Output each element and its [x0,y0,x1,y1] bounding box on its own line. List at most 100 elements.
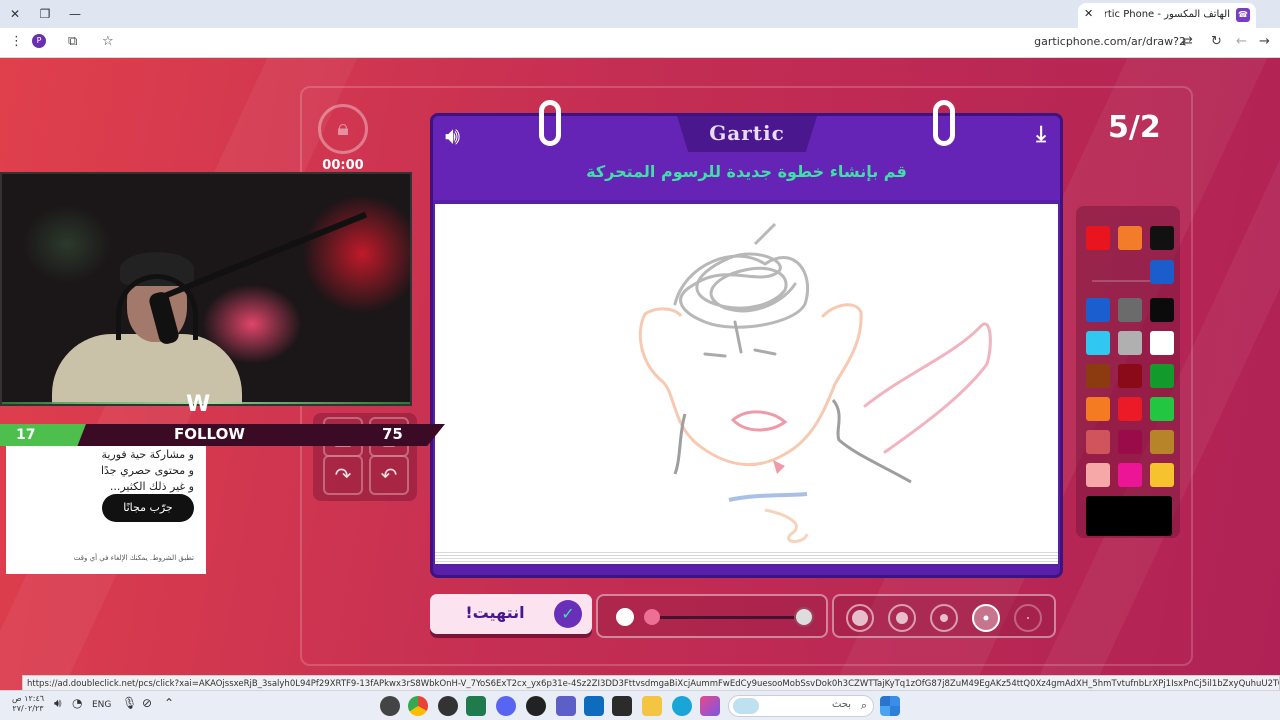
speaker-icon[interactable]: 🔊︎ [445,122,460,150]
download-icon[interactable]: ⤓ [1036,122,1046,147]
taskbar-search-input[interactable]: بحث ⌕ [728,695,874,717]
brush-size-xl[interactable] [846,604,874,632]
streamer-body [52,334,242,404]
maximize-window-icon[interactable]: ❐ [34,4,56,24]
follow-label: FOLLOW [174,425,245,443]
color-swatch[interactable] [1118,397,1142,421]
clock-time: ١٢:٤٦ ص [11,694,45,703]
search-highlight-icon [733,698,759,714]
current-color-preview [1086,496,1172,536]
bookmark-star-icon[interactable]: ☆ [102,34,114,49]
tray-expand-icon[interactable]: ⌃ [164,696,174,710]
color-swatch[interactable] [1086,298,1110,322]
undo-icon[interactable]: ↶ [369,455,409,495]
color-swatch[interactable] [1118,331,1142,355]
cam-shelf-light [22,204,112,284]
gartic-logo: Gartic [709,121,785,145]
store-app-icon[interactable] [612,696,632,716]
recent-color-swatch[interactable] [1086,226,1110,250]
gartic-favicon-icon: ☎ [1236,8,1250,22]
drawing-card: Gartic 🔊︎ ⤓ قم بإنشاء خطوة جديدة للرسوم … [430,100,1063,578]
browser-tab[interactable]: ☎ الهاتف المكسور - Gartic Phone ✕ [1078,3,1256,28]
discord-app-icon[interactable] [496,696,516,716]
cam-red-light [302,194,410,314]
brush-size-m[interactable] [930,604,958,632]
clock-date: ٢٧/٠٢/٢٣ [12,704,44,713]
language-indicator[interactable]: ENG [92,700,111,710]
search-icon: ⌕ [860,699,867,712]
done-label: انتهيت! [465,603,525,622]
color-swatch[interactable] [1086,397,1110,421]
redo-icon[interactable]: ↷ [323,455,363,495]
color-swatch[interactable] [1086,463,1110,487]
timer: 00:00 [322,158,364,173]
ad-banner[interactable]: و مشاركة حية فورية و محتوى حصري جدًا و غ… [6,446,206,574]
game-page: 🔒︎ 00:00 ◩ ▢ ↷ ↶ 5/2 Gartic 🔊︎ ⤓ قم بإنش… [0,58,1280,690]
obs-app-icon[interactable] [380,696,400,716]
brush-size-s[interactable] [972,604,1000,632]
teams-app-icon[interactable] [556,696,576,716]
recent-color-swatch[interactable] [1118,226,1142,250]
copilot-app-icon[interactable] [700,696,720,716]
app-icon[interactable] [438,696,458,716]
opacity-slider-track[interactable] [650,616,800,619]
done-button[interactable]: ✓ انتهيت! [430,594,592,634]
brush-dot-icon [983,615,989,621]
color-swatch[interactable] [1086,364,1110,388]
drawing-canvas[interactable] [435,204,1058,550]
volume-icon[interactable]: 🔊︎ [54,696,62,711]
color-swatch[interactable] [1150,463,1174,487]
outlook-app-icon[interactable] [584,696,604,716]
color-swatch[interactable] [1150,397,1174,421]
recent-color-swatch[interactable] [1150,260,1174,284]
tab-close-icon[interactable]: ✕ [1084,7,1093,20]
chatgpt-app-icon[interactable] [526,696,546,716]
minimize-window-icon[interactable]: — [64,4,86,24]
follow-number: 75 [382,425,403,443]
wifi-icon[interactable]: ◔ [72,696,82,710]
color-swatch[interactable] [1150,298,1174,322]
shirt-stroke [764,508,809,543]
menu-dots-icon[interactable]: ⋮ [10,34,23,49]
mic-icon[interactable]: 🎙︎ [122,696,137,710]
color-swatch[interactable] [1150,331,1174,355]
terminal-app-icon[interactable] [466,696,486,716]
recent-color-swatch[interactable] [1150,226,1174,250]
color-swatch[interactable] [1150,430,1174,454]
brush-size-l[interactable] [888,604,916,632]
color-swatch[interactable] [1150,364,1174,388]
file-explorer-icon[interactable] [642,696,662,716]
profile-avatar[interactable]: P [32,34,46,48]
close-window-icon[interactable]: ✕ [4,4,26,24]
instruction-text: قم بإنشاء خطوة جديدة للرسوم المتحركة [586,162,907,181]
search-placeholder: بحث [831,699,851,710]
copilot-icon[interactable]: ⊘ [142,696,152,710]
brush-dot-icon [1027,617,1029,619]
binder-ring [933,100,955,146]
brush-dot-icon [852,610,868,626]
brush-size-xs[interactable] [1014,604,1042,632]
color-swatch[interactable] [1118,364,1142,388]
browser-titlebar: ✕ ❐ — + ☎ الهاتف المكسور - Gartic Phone … [0,0,1280,28]
color-swatch[interactable] [1118,463,1142,487]
extensions-icon[interactable]: ⧉ [68,34,77,49]
forward-icon[interactable]: ← [1236,34,1247,49]
clock[interactable]: ١٢:٤٦ ص ٢٧/٠٢/٢٣ [10,694,46,714]
chrome-app-icon[interactable] [408,696,428,716]
url-field[interactable]: garticphone.com/ar/draw?2 [1034,35,1186,48]
ad-line: و غير ذلك الكثير... [109,480,194,493]
site-settings-icon[interactable]: ⇄ [1182,34,1193,49]
color-swatch[interactable] [1086,430,1110,454]
windows-start-icon[interactable] [880,696,900,716]
address-bar: ⋮ P ⧉ ☆ garticphone.com/ar/draw?2 ⇄ ↻ ← … [0,28,1280,58]
color-swatch[interactable] [1086,331,1110,355]
ad-try-free-button[interactable]: جرّب مجانًا [102,494,194,522]
arm-stroke [863,322,992,454]
streamer-logo-icon: W [186,392,211,417]
opacity-slider-handle[interactable] [644,609,660,625]
color-swatch[interactable] [1118,430,1142,454]
reload-icon[interactable]: ↻ [1211,34,1222,49]
back-icon[interactable]: → [1259,34,1270,49]
edge-app-icon[interactable] [672,696,692,716]
color-swatch[interactable] [1118,298,1142,322]
